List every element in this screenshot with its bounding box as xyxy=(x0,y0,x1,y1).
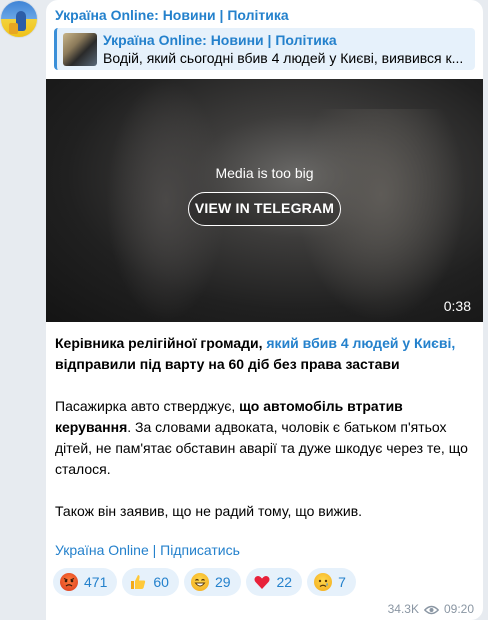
channel-title[interactable]: Україна Online: Новини | Політика xyxy=(55,7,289,23)
reaction-count: 7 xyxy=(338,574,346,590)
paragraph-3: Також він заявив, що не радий тому, що в… xyxy=(55,503,363,519)
view-in-telegram-button[interactable]: VIEW IN TELEGRAM xyxy=(188,192,341,226)
eye-icon xyxy=(423,604,440,615)
sad-face-icon xyxy=(314,573,333,591)
grinning-face-icon xyxy=(190,573,209,591)
avatar-flag xyxy=(9,23,18,34)
reaction-thumbs-up[interactable]: 60 xyxy=(122,568,179,596)
reply-thumbnail xyxy=(63,33,97,66)
media-too-big-label: Media is too big xyxy=(215,165,314,181)
inline-link[interactable]: який вбив 4 людей у Києві, xyxy=(266,335,455,351)
text-span: Пасажирка авто стверджує, xyxy=(55,398,240,414)
reaction-count: 471 xyxy=(84,574,108,590)
message-text: Керівника релігійної громади, який вбив … xyxy=(55,333,473,543)
paragraph-2: Пасажирка авто стверджує, що автомобіль … xyxy=(55,396,473,480)
reactions-bar: 471 60 29 22 7 xyxy=(53,568,356,596)
text-bold: відправили під варту на 60 діб без права… xyxy=(55,356,400,372)
text-bold: Керівника релігійної громади, xyxy=(55,335,267,351)
reply-title: Україна Online: Новини | Політика xyxy=(103,32,337,48)
video-duration: 0:38 xyxy=(443,298,471,314)
red-heart-icon xyxy=(253,573,271,591)
forwarded-reply[interactable]: Україна Online: Новини | Політика Водій,… xyxy=(54,28,475,70)
reaction-grin[interactable]: 29 xyxy=(183,568,241,596)
reaction-sad[interactable]: 7 xyxy=(307,568,356,596)
view-count: 34.3K xyxy=(387,602,419,616)
channel-avatar[interactable] xyxy=(0,0,38,38)
message-bubble: Україна Online: Новини | Політика Україн… xyxy=(46,0,483,620)
reaction-count: 29 xyxy=(214,574,231,590)
thumbs-up-icon xyxy=(129,573,147,591)
reaction-angry[interactable]: 471 xyxy=(53,568,118,596)
message-meta: 34.3K 09:20 xyxy=(388,602,474,616)
reaction-count: 22 xyxy=(276,574,293,590)
reaction-heart[interactable]: 22 xyxy=(245,568,303,596)
subscribe-link[interactable]: Україна Online | Підписатись xyxy=(55,542,240,558)
paragraph-1: Керівника релігійної громади, який вбив … xyxy=(55,333,473,375)
message-time: 09:20 xyxy=(443,602,474,616)
reaction-count: 60 xyxy=(153,574,169,590)
angry-face-icon xyxy=(60,573,78,591)
reply-text: Водій, який сьогодні вбив 4 людей у Києв… xyxy=(103,50,464,66)
video-preview[interactable]: Media is too big VIEW IN TELEGRAM 0:38 xyxy=(46,79,483,322)
